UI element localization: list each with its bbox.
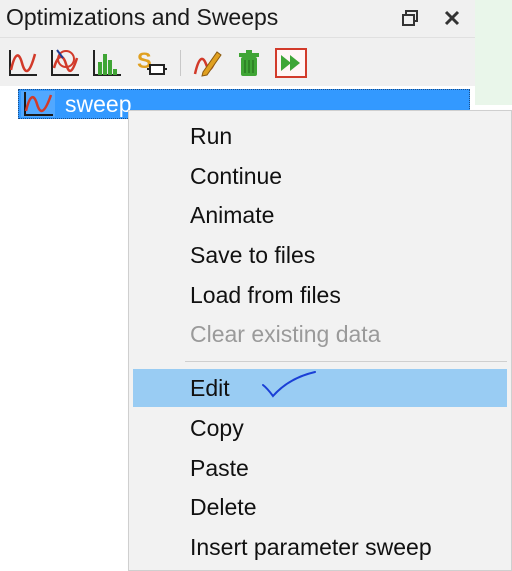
- context-menu: Run Continue Animate Save to files Load …: [128, 110, 512, 571]
- menu-item-edit[interactable]: Edit: [133, 369, 507, 407]
- histogram-icon[interactable]: [90, 46, 124, 80]
- menu-item-load-from-files[interactable]: Load from files: [133, 276, 507, 314]
- menu-item-label: Save to files: [190, 242, 316, 268]
- menu-item-label: Continue: [190, 163, 283, 189]
- menu-item-copy[interactable]: Copy: [133, 409, 507, 447]
- panel-title: Optimizations and Sweeps: [6, 4, 279, 30]
- pencil-icon[interactable]: [190, 46, 224, 80]
- menu-item-delete[interactable]: Delete: [133, 488, 507, 526]
- trash-icon[interactable]: [232, 46, 266, 80]
- menu-item-label: Animate: [190, 202, 275, 228]
- close-icon[interactable]: [440, 6, 464, 30]
- menu-item-clear-existing-data: Clear existing data: [133, 315, 507, 353]
- menu-item-label: Edit: [190, 375, 230, 401]
- menu-item-label: Clear existing data: [190, 321, 381, 347]
- panel-toolbar: S: [0, 38, 475, 86]
- restore-window-icon[interactable]: [398, 6, 422, 30]
- toolbar-separator: [180, 50, 181, 76]
- menu-item-insert-parameter-sweep[interactable]: Insert parameter sweep: [133, 528, 507, 566]
- menu-item-run[interactable]: Run: [133, 117, 507, 155]
- menu-item-paste[interactable]: Paste: [133, 449, 507, 487]
- menu-item-continue[interactable]: Continue: [133, 157, 507, 195]
- menu-item-animate[interactable]: Animate: [133, 196, 507, 234]
- sweep-curve-icon[interactable]: [6, 46, 40, 80]
- background-area-green: [475, 0, 512, 105]
- tree-item-label: sweep: [65, 91, 132, 117]
- menu-item-label: Paste: [190, 455, 249, 481]
- menu-item-save-to-files[interactable]: Save to files: [133, 236, 507, 274]
- menu-item-label: Delete: [190, 494, 257, 520]
- optimization-icon[interactable]: [48, 46, 82, 80]
- menu-item-label: Load from files: [190, 282, 341, 308]
- menu-item-label: Copy: [190, 415, 244, 441]
- sweep-curve-icon: [21, 91, 55, 117]
- fast-forward-icon[interactable]: [274, 46, 308, 80]
- menu-item-label: Insert parameter sweep: [190, 534, 432, 560]
- panel-titlebar: Optimizations and Sweeps: [0, 0, 475, 38]
- s-parameter-icon[interactable]: S: [134, 46, 168, 80]
- menu-separator: [185, 361, 507, 362]
- menu-item-label: Run: [190, 123, 233, 149]
- handwritten-checkmark-icon: [262, 371, 316, 398]
